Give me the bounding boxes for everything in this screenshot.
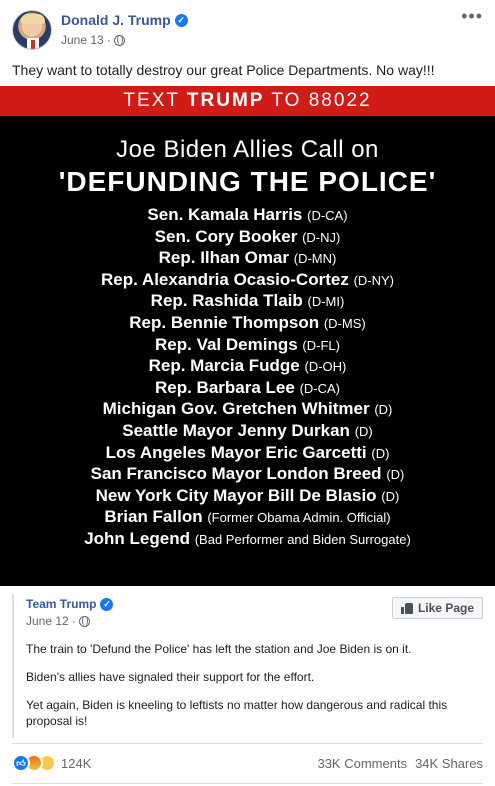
list-item-name: San Francisco Mayor London Breed	[90, 464, 382, 484]
like-page-button[interactable]: Like Page	[391, 597, 483, 619]
author-avatar[interactable]	[12, 10, 52, 50]
list-item-note: (D)	[374, 402, 393, 418]
list-item: Brian Fallon (Former Obama Admin. Offici…	[0, 506, 495, 528]
author-name[interactable]: Donald J. Trump	[61, 12, 171, 28]
reaction-count[interactable]: 124K	[61, 756, 91, 771]
divider	[12, 783, 483, 784]
list-item-note: (D-MS)	[323, 315, 366, 331]
shared-date[interactable]: June 12	[26, 614, 69, 628]
meta-separator: ·	[71, 614, 76, 628]
list-item-name: Rep. Marcia Fudge	[148, 356, 300, 376]
verified-badge-icon: ✓	[174, 13, 188, 27]
list-item: Rep. Ilhan Omar (D-MN)	[0, 247, 495, 269]
list-item-note: (D-CA)	[307, 208, 348, 223]
more-options-icon[interactable]: •••	[461, 7, 483, 25]
list-item: San Francisco Mayor London Breed (D)	[0, 463, 495, 485]
list-item-name: Brian Fallon	[104, 507, 203, 527]
post-footer: 👍︎ 124K 33K Comments 34K Shares	[12, 752, 483, 774]
list-item-name: Sen. Cory Booker	[154, 226, 298, 246]
text-banner: TEXT TRUMP TO 88022	[0, 86, 495, 116]
list-item-name: Rep. Barbara Lee	[154, 377, 295, 397]
banner-prefix: TEXT	[123, 90, 187, 111]
list-item-note: (D)	[381, 488, 400, 504]
shared-author-row: Team Trump ✓	[26, 597, 114, 611]
author-row: Donald J. Trump ✓	[61, 12, 188, 28]
list-item-note: (D-NJ)	[302, 229, 341, 245]
post-text: They want to totally destroy our great P…	[12, 62, 435, 78]
shared-post-card: Team Trump ✓ June 12 · Like Page The tra…	[12, 594, 483, 738]
banner-bold: TRUMP	[186, 90, 265, 111]
image-headline-bold: 'DEFUNDING THE POLICE'	[58, 166, 437, 197]
list-item-note: (D-FL)	[302, 337, 340, 353]
list-item: Sen. Kamala Harris (D-CA)	[0, 204, 495, 226]
list-item: Rep. Bennie Thompson (D-MS)	[0, 312, 495, 334]
divider	[12, 743, 483, 744]
list-item-name: Rep. Ilhan Omar	[158, 248, 290, 268]
comments-link[interactable]: 33K Comments	[317, 756, 407, 771]
thumbs-up-icon	[400, 602, 413, 614]
list-item-name: Rep. Rashida Tlaib	[150, 291, 303, 311]
list-item-note: (D-MI)	[307, 294, 345, 310]
list-item-note: (Bad Performer and Biden Surrogate)	[194, 531, 411, 547]
list-item-name: Sen. Kamala Harris	[147, 205, 303, 224]
post-date[interactable]: June 13	[61, 33, 104, 47]
list-item: Sen. Cory Booker (D-NJ)	[0, 226, 495, 248]
list-item-note: (D)	[354, 423, 373, 439]
list-item-note: (D-OH)	[304, 359, 347, 375]
post-header: Donald J. Trump ✓ June 13 · •••	[12, 7, 483, 52]
list-item: John Legend (Bad Performer and Biden Sur…	[0, 528, 495, 550]
list-item-name: Los Angeles Mayor Eric Garcetti	[105, 442, 367, 462]
names-list: Sen. Kamala Harris (D-CA) Sen. Cory Book…	[0, 204, 495, 550]
image-headline: Joe Biden Allies Call on	[116, 136, 379, 163]
post-meta: June 13 ·	[61, 33, 125, 47]
list-item: Rep. Barbara Lee (D-CA)	[0, 377, 495, 399]
list-item-name: Michigan Gov. Gretchen Whitmer	[102, 399, 370, 419]
avatar-hair	[21, 14, 45, 24]
list-item-note: (Former Obama Admin. Official)	[207, 510, 391, 526]
list-item: Los Angeles Mayor Eric Garcetti (D)	[0, 442, 495, 464]
verified-badge-icon: ✓	[100, 597, 114, 611]
list-item-name: Rep. Val Demings	[155, 334, 298, 354]
like-reaction-icon: 👍︎	[12, 754, 30, 772]
list-item-name: Seattle Mayor Jenny Durkan	[122, 420, 350, 440]
avatar-tie	[31, 40, 35, 49]
shared-paragraph: The train to 'Defund the Police' has lef…	[26, 642, 412, 656]
list-item: Rep. Val Demings (D-FL)	[0, 334, 495, 356]
list-item-note: (D-CA)	[299, 380, 340, 396]
list-item-note: (D)	[371, 445, 390, 461]
banner-suffix: TO 88022	[264, 90, 372, 111]
list-item: New York City Mayor Bill De Blasio (D)	[0, 485, 495, 507]
list-item-note: (D-NY)	[353, 272, 394, 288]
meta-separator: ·	[106, 33, 111, 47]
list-item-name: Rep. Alexandria Ocasio-Cortez	[101, 269, 349, 289]
list-item-name: New York City Mayor Bill De Blasio	[95, 485, 377, 505]
list-item-note: (D-MN)	[293, 251, 337, 267]
shared-paragraph: Biden's allies have signaled their suppo…	[26, 670, 315, 684]
post-image[interactable]: TEXT TRUMP TO 88022 Joe Biden Allies Cal…	[0, 86, 495, 586]
reactions-summary[interactable]: 👍︎ 124K	[12, 754, 91, 772]
list-item-note: (D)	[386, 467, 405, 483]
list-item-name: Rep. Bennie Thompson	[129, 312, 320, 332]
shared-paragraph: Yet again, Biden is kneeling to leftists…	[26, 698, 448, 728]
shares-link[interactable]: 34K Shares	[415, 756, 483, 771]
list-item: Rep. Rashida Tlaib (D-MI)	[0, 290, 495, 312]
list-item-name: John Legend	[84, 528, 190, 548]
like-page-label: Like Page	[417, 601, 474, 615]
list-item: Michigan Gov. Gretchen Whitmer (D)	[0, 398, 495, 420]
globe-icon[interactable]	[113, 34, 125, 46]
list-item: Rep. Marcia Fudge (D-OH)	[0, 355, 495, 377]
list-item: Seattle Mayor Jenny Durkan (D)	[0, 420, 495, 442]
shared-page-name[interactable]: Team Trump	[26, 597, 96, 611]
shared-meta: June 12 ·	[26, 614, 90, 628]
list-item: Rep. Alexandria Ocasio-Cortez (D-NY)	[0, 269, 495, 291]
globe-icon[interactable]	[78, 615, 90, 627]
